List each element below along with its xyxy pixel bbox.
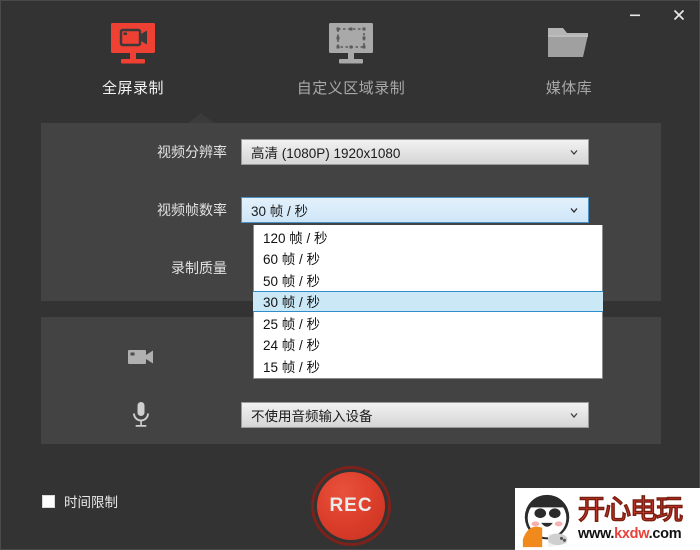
tab-label: 全屏录制 <box>101 80 164 97</box>
camera-icon[interactable] <box>41 345 241 369</box>
video-resolution-value: 高清 (1080P) 1920x1080 <box>251 146 401 161</box>
monitor-region-icon <box>326 17 376 69</box>
watermark-url: www.kxdw.com <box>578 527 682 542</box>
time-limit-control[interactable]: 时间限制 <box>42 491 118 511</box>
tab-label: 媒体库 <box>545 80 593 97</box>
watermark-logo: 开心电玩 www.kxdw.com <box>515 488 700 550</box>
tab-label: 自定义区域录制 <box>296 80 406 97</box>
framerate-option[interactable]: 60 帧 / 秒 <box>254 247 602 269</box>
video-framerate-label: 视频帧数率 <box>157 202 227 218</box>
row-video-resolution: 视频分辨率 高清 (1080P) 1920x1080 <box>41 138 661 166</box>
tab-bar: 全屏录制 自定义区域录制 媒体库 <box>1 17 700 113</box>
framerate-option[interactable]: 15 帧 / 秒 <box>254 355 602 377</box>
tab-media-library[interactable]: 媒体库 <box>509 17 629 98</box>
framerate-option-selected[interactable]: 30 帧 / 秒 <box>253 290 603 312</box>
watermark-brand: 开心电玩 <box>578 495 684 527</box>
audio-input-device-select[interactable]: 不使用音频输入设备 <box>241 402 589 428</box>
record-button[interactable]: REC <box>311 466 391 546</box>
url-prefix: www. <box>578 526 615 543</box>
watermark-text: 开心电玩 www.kxdw.com <box>578 495 684 542</box>
record-button-label: REC <box>317 472 385 540</box>
framerate-option[interactable]: 24 帧 / 秒 <box>254 333 602 355</box>
row-audio-device: 不使用音频输入设备 <box>41 401 661 429</box>
folder-icon <box>544 17 594 69</box>
chevron-down-icon <box>570 150 578 155</box>
chevron-down-icon <box>570 208 578 213</box>
tab-fullscreen-record[interactable]: 全屏录制 <box>73 17 193 98</box>
audio-input-device-value: 不使用音频输入设备 <box>251 409 373 424</box>
monitor-record-icon <box>108 17 158 69</box>
video-framerate-select[interactable]: 30 帧 / 秒 <box>241 197 589 223</box>
framerate-option[interactable]: 50 帧 / 秒 <box>254 269 602 291</box>
url-suffix: .com <box>648 526 682 543</box>
video-resolution-select[interactable]: 高清 (1080P) 1920x1080 <box>241 139 589 165</box>
video-framerate-value: 30 帧 / 秒 <box>251 204 309 219</box>
time-limit-checkbox[interactable] <box>42 494 55 508</box>
tab-custom-region-record[interactable]: 自定义区域录制 <box>291 17 411 98</box>
url-highlight: kxdw <box>614 526 649 543</box>
framerate-option[interactable]: 25 帧 / 秒 <box>254 312 602 334</box>
record-quality-label: 录制质量 <box>171 260 227 276</box>
time-limit-label: 时间限制 <box>64 495 118 510</box>
mascot-icon <box>522 494 570 547</box>
chevron-down-icon <box>570 413 578 418</box>
row-video-framerate: 视频帧数率 30 帧 / 秒 <box>41 196 661 224</box>
video-resolution-label: 视频分辨率 <box>157 144 227 160</box>
microphone-icon[interactable] <box>41 400 241 430</box>
framerate-option[interactable]: 120 帧 / 秒 <box>254 226 602 248</box>
recorder-window: 全屏录制 自定义区域录制 媒体库 视频分辨率 高清 (1080P) 1920x1… <box>0 0 700 550</box>
video-framerate-options-list[interactable]: 120 帧 / 秒 60 帧 / 秒 50 帧 / 秒 30 帧 / 秒 25 … <box>253 225 603 379</box>
